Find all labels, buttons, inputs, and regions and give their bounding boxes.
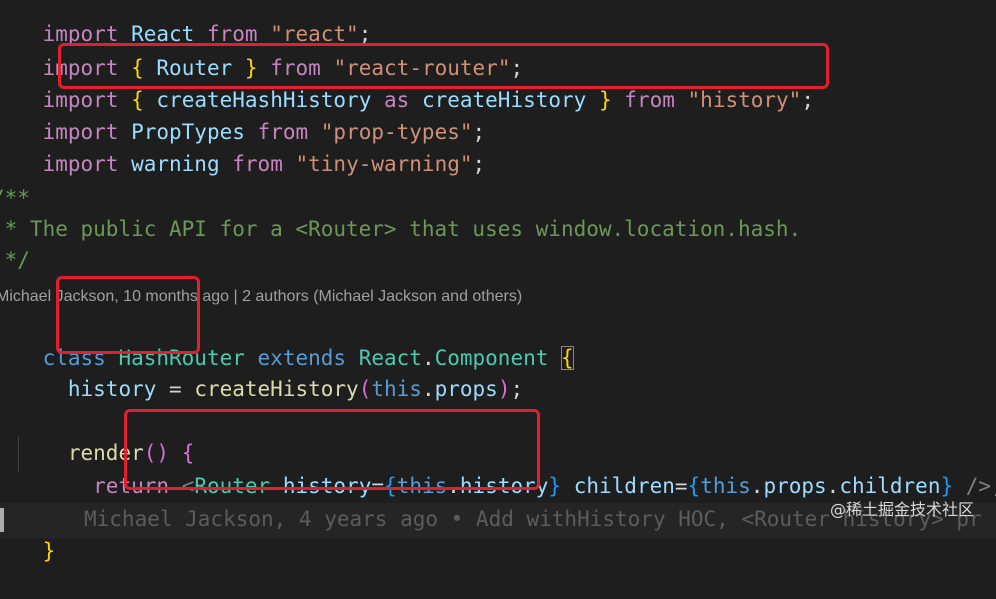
- comment: * The public API for a <Router> that use…: [0, 217, 802, 241]
- code-line-comment-open[interactable]: /**: [0, 182, 996, 214]
- code-line-comment-body[interactable]: * The public API for a <Router> that use…: [0, 213, 996, 245]
- paren: ): [497, 377, 511, 401]
- operator: =: [156, 377, 195, 401]
- code-line-5[interactable]: import warning from "tiny-warning";: [0, 116, 996, 176]
- comment: */: [4, 248, 30, 272]
- semicolon: ;: [472, 152, 486, 176]
- keyword: this: [371, 377, 422, 401]
- code-line-1[interactable]: import React from "react";: [0, 0, 996, 46]
- text-cursor: [0, 508, 4, 532]
- dot: .: [421, 377, 435, 401]
- code-editor[interactable]: import React from "react"; import { Rout…: [0, 0, 996, 563]
- keyword: from: [232, 152, 283, 176]
- identifier: warning: [131, 152, 220, 176]
- identifier: history: [67, 377, 157, 401]
- code-line-comment-close[interactable]: */: [0, 244, 996, 276]
- keyword: import: [42, 152, 119, 176]
- identifier: props: [434, 377, 498, 401]
- semicolon: ;: [510, 377, 524, 401]
- highlight-box-router-history: [124, 409, 540, 490]
- highlight-box-hashrouter: [56, 276, 200, 354]
- comment: /**: [0, 186, 30, 210]
- brace: }: [42, 539, 56, 563]
- watermark: @稀土掘金技术社区: [829, 500, 974, 519]
- string-literal: "tiny-warning": [295, 152, 473, 176]
- paren: (: [358, 377, 372, 401]
- function-name: createHistory: [194, 377, 359, 401]
- highlight-box-import-history: [58, 43, 829, 89]
